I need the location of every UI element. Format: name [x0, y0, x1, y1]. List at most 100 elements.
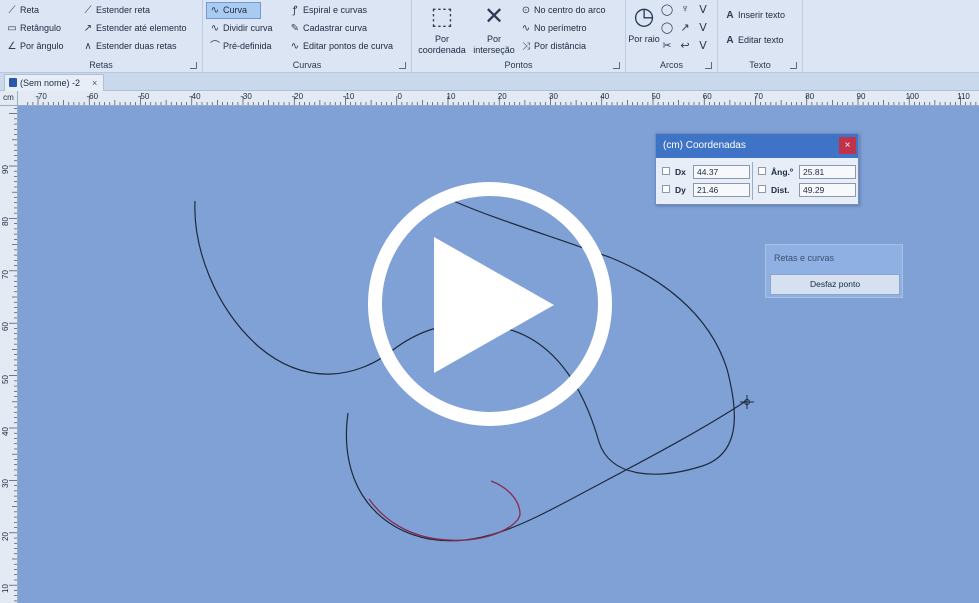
por-distancia-button[interactable]: ⤨ Por distância	[518, 38, 588, 55]
arc-circle-icon[interactable]: ◯	[660, 3, 674, 16]
ruler-label: 40	[1, 427, 10, 436]
register-curve-icon: ✎	[290, 23, 300, 34]
ruler-label: -10	[342, 92, 355, 101]
dividir-curva-button[interactable]: ∿ Dividir curva	[207, 20, 275, 37]
ruler-label: 20	[497, 92, 507, 101]
texto-launcher-icon[interactable]	[790, 62, 797, 69]
editar-texto-button[interactable]: A Editar texto	[722, 32, 786, 49]
horizontal-ruler: -70 -60 -50 -40 -30 -20 -10 0 10 20 30 40 50 60 70 80 90…	[18, 91, 979, 106]
predefined-curve-icon: ⌒	[210, 41, 220, 52]
editar-pontos-de-curva-button[interactable]: ∿ Editar pontos de curva	[287, 38, 395, 55]
cadastrar-curva-button[interactable]: ✎ Cadastrar curva	[287, 20, 369, 37]
perimeter-icon: ∿	[521, 23, 531, 34]
dx-label: Dx	[675, 167, 686, 177]
ruler-label: 0	[397, 92, 402, 101]
group-label-curvas: Curvas	[292, 60, 322, 70]
reta-button[interactable]: ⟋ Reta	[4, 2, 41, 19]
edit-text-icon: A	[726, 35, 734, 46]
ruler-label: 110	[957, 92, 970, 101]
dx-checkbox[interactable]	[662, 167, 670, 175]
drawn-curve-highlight[interactable]	[368, 480, 521, 541]
arc-circle2-icon[interactable]: ◯	[660, 21, 674, 34]
group-curvas: ∿ Curva ∿ Dividir curva ⌒ Pré-definida ꝭ Esp…	[203, 0, 412, 73]
edit-curve-points-icon: ∿	[290, 41, 300, 52]
curve-icon: ∿	[210, 5, 220, 16]
group-texto: A Inserir texto A Editar texto Texto	[718, 0, 803, 73]
dx-row: Dx 44.37	[660, 165, 752, 179]
ruler-label: -60	[86, 92, 99, 101]
por-intersecao-button[interactable]: ✕ Por interseção	[467, 2, 521, 56]
dy-field[interactable]: 21.46	[693, 183, 750, 197]
arc-hook-icon[interactable]: ↩	[678, 39, 692, 52]
retangulo-button[interactable]: ▭ Retângulo	[4, 20, 63, 37]
estender-reta-button[interactable]: ⟋ Estender reta	[80, 2, 152, 19]
estender-duas-retas-button[interactable]: ∧ Estender duas retas	[80, 38, 179, 55]
vertical-ruler-ticks	[9, 108, 17, 602]
arc-three-point-icon[interactable]: ♆	[678, 3, 692, 15]
ruler-label: -70	[35, 92, 47, 101]
ruler-label: 90	[1, 165, 10, 174]
arc-arrow-icon[interactable]: ↗	[678, 21, 692, 34]
no-perimetro-button[interactable]: ∿ No perímetro	[518, 20, 589, 37]
arc-cross-icon[interactable]: ✂	[660, 39, 674, 52]
estender-ate-elemento-button[interactable]: ↗ Estender até elemento	[80, 20, 189, 37]
arc-check-icon[interactable]: ᐯ	[696, 21, 710, 34]
group-retas: ⟋ Reta ▭ Retângulo ∠ Por ângulo ⟋ Estender r…	[0, 0, 203, 73]
spiral-icon: ꝭ	[292, 5, 298, 16]
espiral-e-curvas-button[interactable]: ꝭ Espiral e curvas	[287, 2, 369, 19]
por-coordenada-button[interactable]: ⬚ Por coordenada	[415, 2, 469, 56]
desfaz-ponto-button[interactable]: Desfaz ponto	[770, 274, 900, 295]
ruler-label: 50	[651, 92, 661, 101]
ruler-label: 60	[1, 322, 10, 332]
arc-join-icon[interactable]: ᐯ	[696, 39, 710, 52]
close-icon[interactable]: ×	[839, 137, 856, 154]
dist-checkbox[interactable]	[758, 185, 766, 193]
dy-checkbox[interactable]	[662, 185, 670, 193]
group-pontos: ⬚ Por coordenada ✕ Por interseção ⊙ No cent…	[412, 0, 626, 73]
coordinates-title: (cm) Coordenadas	[663, 140, 746, 151]
ruler-label: -50	[137, 92, 150, 101]
vertical-ruler: 90 80 70 60 50 40 30 20 10	[0, 106, 18, 603]
extend-two-lines-icon: ∧	[84, 41, 92, 52]
distance-icon: ⤨	[522, 41, 530, 52]
curva-button[interactable]: ∿ Curva	[206, 2, 261, 19]
ruler-unit: cm	[0, 91, 18, 106]
document-tab[interactable]: (Sem nome) -2 ×	[4, 74, 105, 91]
arcos-launcher-icon[interactable]	[705, 62, 712, 69]
ruler-label: 80	[1, 217, 10, 227]
dist-field[interactable]: 49.29	[799, 183, 856, 197]
ang-field[interactable]: 25.81	[799, 165, 856, 179]
pre-definida-button[interactable]: ⌒ Pré-definida	[207, 38, 274, 55]
curvas-launcher-icon[interactable]	[399, 62, 406, 69]
extend-to-element-icon: ↗	[83, 23, 93, 34]
ruler-label: 30	[1, 479, 10, 489]
dy-label: Dy	[675, 185, 686, 195]
arc-tangent-icon[interactable]: ᐯ	[696, 3, 710, 16]
crosshair-cursor-icon	[740, 395, 754, 409]
ruler-label: 100	[905, 92, 919, 101]
play-icon[interactable]	[434, 237, 554, 373]
coordinates-titlebar[interactable]: (cm) Coordenadas ×	[656, 134, 858, 158]
ruler-label: 50	[1, 374, 10, 384]
split-curve-icon: ∿	[210, 23, 220, 34]
insert-text-icon: A	[726, 10, 734, 21]
pontos-launcher-icon[interactable]	[613, 62, 620, 69]
document-tab-title: (Sem nome) -2	[20, 78, 81, 88]
document-tab-bar: (Sem nome) -2 ×	[0, 73, 979, 91]
por-angulo-button[interactable]: ∠ Por ângulo	[4, 38, 66, 55]
extend-line-icon: ⟋	[84, 5, 92, 16]
ruler-label: -40	[188, 92, 201, 101]
retas-launcher-icon[interactable]	[190, 62, 197, 69]
dx-field[interactable]: 44.37	[693, 165, 750, 179]
ang-checkbox[interactable]	[758, 167, 766, 175]
group-label-retas: Retas	[89, 60, 113, 70]
no-centro-do-arco-button[interactable]: ⊙ No centro do arco	[518, 2, 608, 19]
ruler-label: 90	[856, 92, 866, 101]
inserir-texto-button[interactable]: A Inserir texto	[722, 7, 787, 24]
close-tab-icon[interactable]: ×	[92, 78, 97, 88]
ruler-label: 10	[446, 92, 456, 101]
ang-label: Âng.º	[771, 167, 793, 177]
rectangle-icon: ▭	[7, 23, 17, 34]
ruler-label: 30	[549, 92, 558, 101]
ruler-label: 10	[1, 584, 10, 594]
